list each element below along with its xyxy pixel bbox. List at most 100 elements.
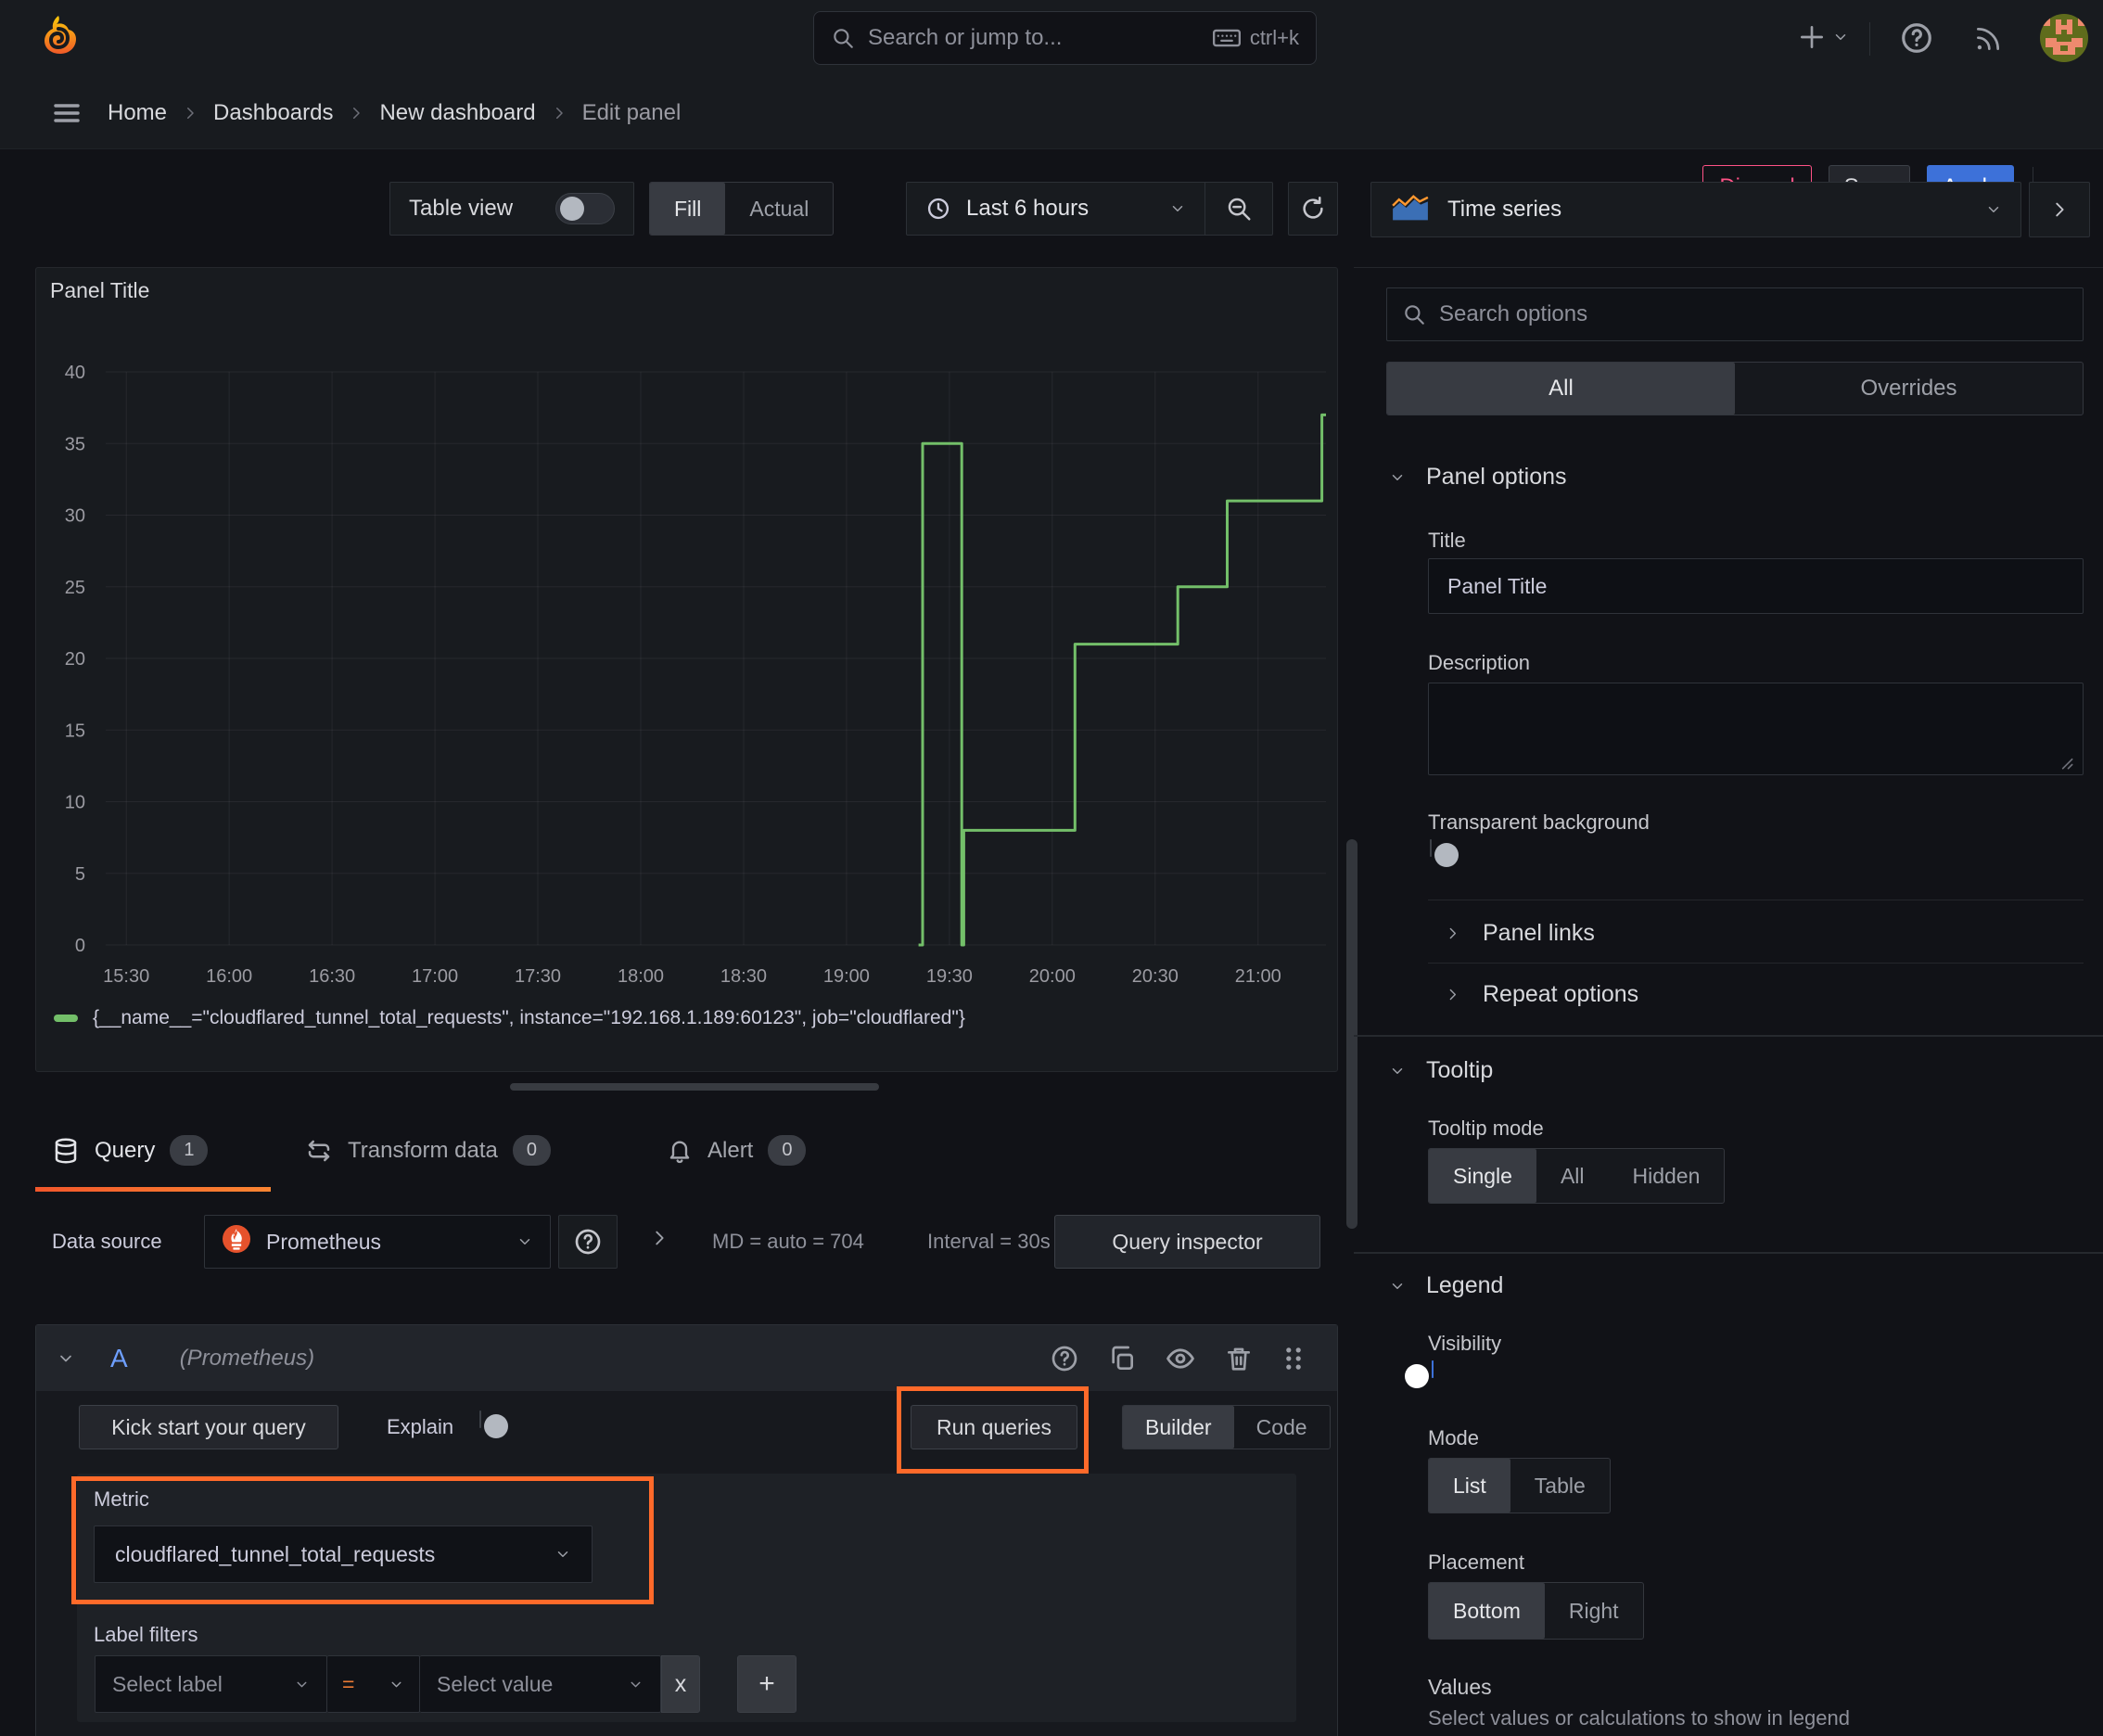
visualization-picker[interactable]: Time series — [1370, 182, 2021, 237]
breadcrumb-new-dashboard[interactable]: New dashboard — [379, 100, 535, 126]
description-textarea[interactable] — [1428, 683, 2084, 775]
expand-options-button[interactable] — [649, 1228, 669, 1248]
add-filter-button[interactable]: + — [737, 1655, 797, 1713]
datasource-help-button[interactable] — [558, 1215, 618, 1269]
panel-links-section-header[interactable]: Panel links — [1445, 920, 1595, 947]
editor-scrollbar[interactable] — [1346, 839, 1357, 1229]
toggle-options-pane-button[interactable] — [2029, 182, 2090, 237]
tab-alert[interactable]: Alert 0 — [667, 1135, 807, 1166]
legend-series-label[interactable]: {__name__="cloudflared_tunnel_total_requ… — [93, 1007, 965, 1029]
time-series-chart[interactable]: 0 5 10 15 20 25 30 35 40 15:30 16:00 16:30 17:00 17:3… — [35, 278, 1338, 1011]
legend-mode-table[interactable]: Table — [1510, 1459, 1610, 1513]
tooltip-mode-all[interactable]: All — [1536, 1149, 1609, 1203]
zoom-out-button[interactable] — [1205, 183, 1272, 235]
legend-placement-bottom[interactable]: Bottom — [1429, 1583, 1545, 1639]
legend-visibility-toggle[interactable] — [1405, 1360, 1434, 1388]
query-inspector-button[interactable]: Query inspector — [1054, 1215, 1320, 1269]
metric-value: cloudflared_tunnel_total_requests — [115, 1541, 436, 1566]
select-value-dropdown[interactable]: Select value — [420, 1655, 661, 1713]
time-range-controls: Last 6 hours — [906, 182, 1273, 236]
kick-start-query-button[interactable]: Kick start your query — [79, 1405, 338, 1449]
time-range-picker[interactable]: Last 6 hours — [907, 196, 1204, 222]
run-queries-button[interactable]: Run queries — [911, 1405, 1077, 1449]
alert-count-badge: 0 — [768, 1135, 807, 1166]
chevron-down-icon — [389, 1677, 404, 1692]
title-label: Title — [1428, 529, 1466, 552]
zoom-out-icon — [1225, 195, 1253, 223]
chevron-down-icon — [1985, 201, 2002, 218]
interval-stat: Interval = 30s — [927, 1230, 1051, 1253]
svg-text:21:00: 21:00 — [1235, 966, 1281, 987]
help-button[interactable] — [1899, 20, 1934, 56]
create-new-button[interactable] — [1797, 22, 1849, 52]
legend-values-hint: Select values or calculations to show in… — [1428, 1706, 1850, 1730]
breadcrumb: Home Dashboards New dashboard Edit panel — [108, 98, 681, 128]
builder-code-switch: Builder Code — [1122, 1405, 1331, 1449]
legend-mode-label: Mode — [1428, 1426, 1480, 1449]
query-ref-id[interactable]: A — [110, 1344, 128, 1373]
select-label-dropdown[interactable]: Select label — [95, 1655, 327, 1713]
breadcrumb-dashboards[interactable]: Dashboards — [213, 100, 333, 126]
explain-label: Explain — [387, 1415, 454, 1438]
section-divider — [1354, 1035, 2103, 1037]
breadcrumb-home[interactable]: Home — [108, 100, 167, 126]
table-view-toggle[interactable] — [555, 193, 615, 224]
legend-section-header[interactable]: Legend — [1389, 1272, 1503, 1299]
panel-options-section-header[interactable]: Panel options — [1389, 464, 1567, 491]
help-circle-icon — [1899, 20, 1934, 56]
builder-option[interactable]: Builder — [1123, 1406, 1234, 1449]
mega-menu-toggle[interactable] — [50, 98, 83, 128]
chevron-right-icon — [1445, 987, 1460, 1002]
actual-option[interactable]: Actual — [725, 183, 833, 235]
active-tab-indicator — [35, 1187, 271, 1192]
help-circle-icon — [573, 1227, 603, 1257]
tab-overrides[interactable]: Overrides — [1735, 363, 2083, 415]
svg-text:15: 15 — [65, 721, 85, 741]
metric-select[interactable]: cloudflared_tunnel_total_requests — [94, 1525, 593, 1583]
chart-legend[interactable]: {__name__="cloudflared_tunnel_total_requ… — [54, 1007, 965, 1029]
chevron-right-icon — [2049, 199, 2070, 220]
hide-query-button[interactable] — [1165, 1343, 1196, 1374]
legend-mode-list[interactable]: List — [1429, 1459, 1510, 1513]
transparent-background-toggle[interactable] — [1430, 839, 1459, 867]
tooltip-mode-hidden[interactable]: Hidden — [1609, 1149, 1725, 1203]
fill-option[interactable]: Fill — [650, 183, 726, 235]
bell-icon — [667, 1138, 693, 1164]
chevron-down-icon — [1389, 469, 1406, 486]
tab-all[interactable]: All — [1387, 363, 1735, 415]
datasource-picker[interactable]: Prometheus — [204, 1215, 551, 1269]
query-row-header[interactable]: A (Prometheus) — [36, 1325, 1337, 1391]
chevron-down-icon[interactable] — [57, 1349, 75, 1368]
code-option[interactable]: Code — [1234, 1406, 1330, 1449]
remove-filter-button[interactable]: x — [661, 1655, 700, 1713]
global-search-box[interactable]: Search or jump to... ctrl+k — [813, 11, 1317, 65]
breadcrumb-edit-panel: Edit panel — [581, 100, 682, 125]
options-search-box[interactable]: Search options — [1386, 287, 2084, 341]
panel-resize-handle[interactable] — [510, 1083, 879, 1091]
drag-handle-icon[interactable] — [1281, 1344, 1306, 1373]
refresh-button[interactable] — [1288, 182, 1338, 236]
query-help-button[interactable] — [1050, 1344, 1079, 1373]
search-icon — [1402, 302, 1426, 326]
explain-toggle[interactable] — [479, 1410, 508, 1438]
chevron-down-icon — [516, 1233, 533, 1250]
svg-text:35: 35 — [65, 434, 85, 454]
operator-dropdown[interactable]: = — [327, 1655, 420, 1713]
tab-query[interactable]: Query 1 — [52, 1135, 209, 1166]
transform-icon — [305, 1137, 333, 1165]
delete-query-button[interactable] — [1224, 1344, 1254, 1373]
tooltip-section-header[interactable]: Tooltip — [1389, 1057, 1493, 1084]
tooltip-mode-single[interactable]: Single — [1429, 1149, 1536, 1203]
repeat-options-section-header[interactable]: Repeat options — [1445, 981, 1638, 1008]
search-placeholder: Search or jump to... — [868, 25, 1063, 50]
duplicate-query-button[interactable] — [1107, 1344, 1137, 1373]
legend-placement-right[interactable]: Right — [1545, 1583, 1643, 1639]
grafana-logo-icon[interactable] — [33, 13, 83, 68]
news-button[interactable] — [1973, 24, 2003, 54]
svg-text:30: 30 — [65, 506, 85, 527]
datasource-value: Prometheus — [266, 1229, 382, 1254]
tab-transform-data[interactable]: Transform data 0 — [305, 1135, 551, 1166]
user-avatar[interactable] — [2040, 14, 2088, 67]
panel-title-input[interactable] — [1428, 558, 2084, 614]
breadcrumb-bar: Home Dashboards New dashboard Edit panel… — [0, 76, 2103, 210]
